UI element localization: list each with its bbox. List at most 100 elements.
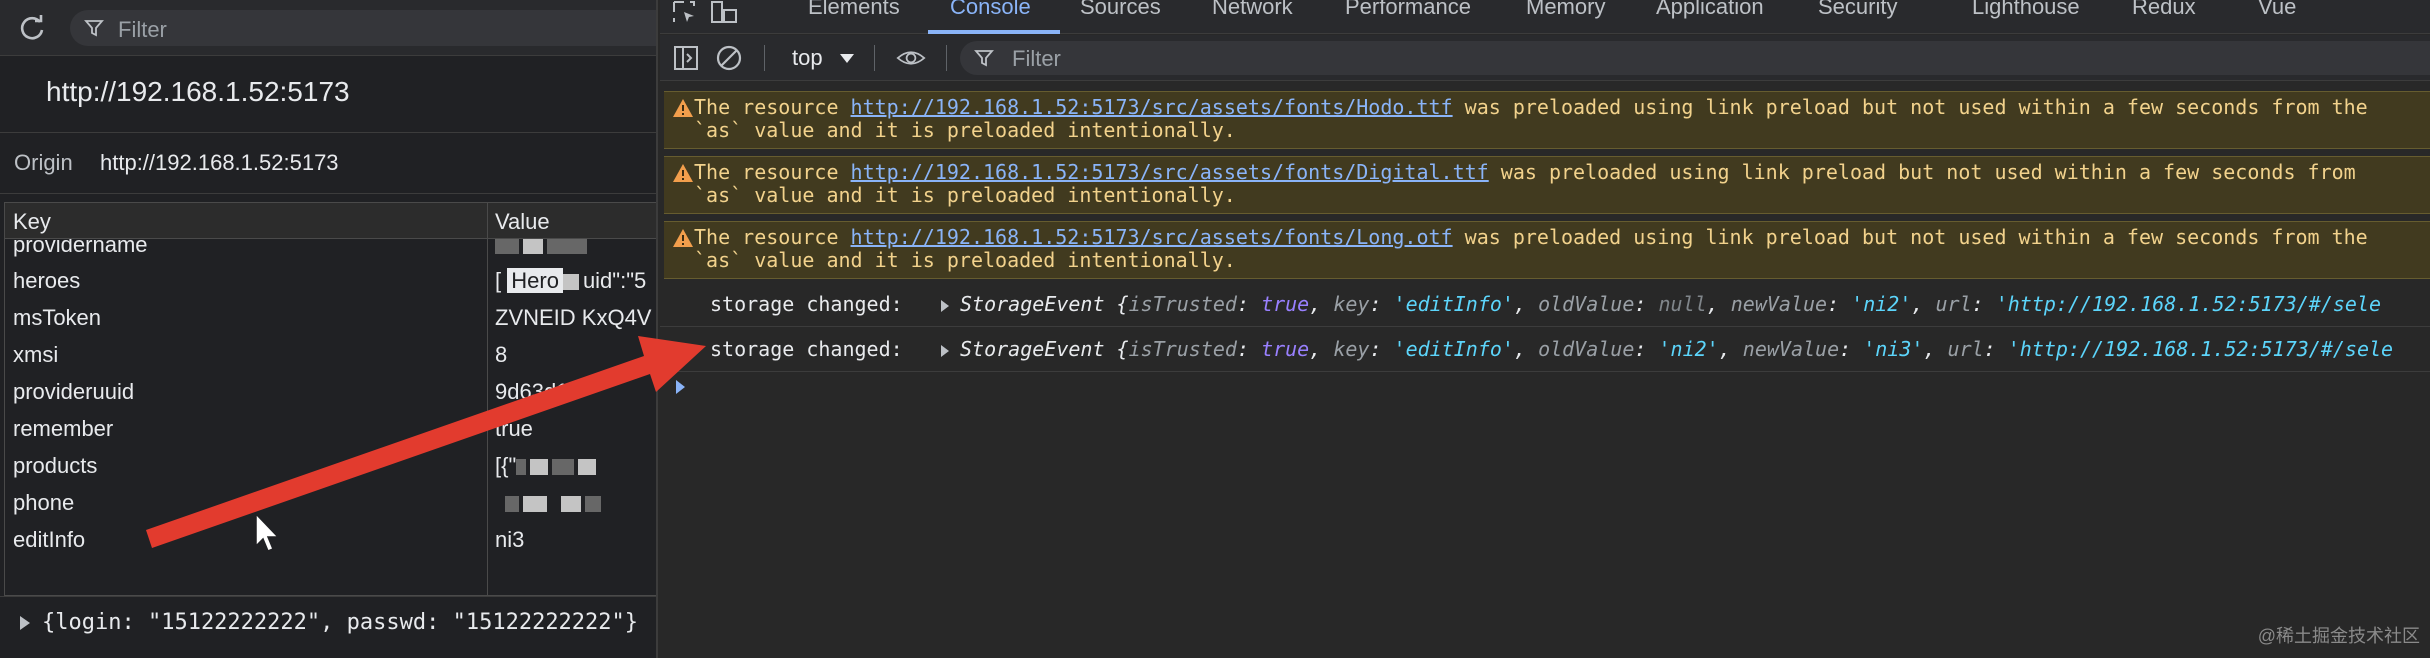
- storage-filter-input[interactable]: Filter: [70, 10, 656, 46]
- tab-sources[interactable]: Sources: [1080, 0, 1161, 20]
- origin-title: http://192.168.1.52:5173: [46, 76, 350, 107]
- table-row[interactable]: phone: [5, 485, 656, 522]
- table-row[interactable]: editInfo ni3: [5, 522, 656, 559]
- tab-lighthouse[interactable]: Lighthouse: [1972, 0, 2080, 20]
- warning-text: The resource: [694, 160, 851, 184]
- hover-tooltip: Hero: [507, 268, 563, 293]
- warning-text: was preloaded using link preload but not…: [1488, 160, 2356, 184]
- resource-link[interactable]: http://192.168.1.52:5173/src/assets/font…: [851, 95, 1453, 119]
- warning-text: was preloaded using link preload but not…: [1452, 225, 2368, 249]
- column-header-key[interactable]: Key: [13, 209, 51, 235]
- storage-filter-placeholder: Filter: [118, 17, 167, 42]
- console-warning: The resource http://192.168.1.52:5173/sr…: [664, 91, 2430, 149]
- log-label: storage changed:: [710, 292, 903, 316]
- row-key: phone: [13, 490, 75, 515]
- expand-caret-icon[interactable]: [941, 300, 949, 312]
- console-prompt-icon[interactable]: [676, 380, 685, 394]
- table-row[interactable]: xmsi 8: [5, 337, 656, 374]
- console-log-entry: storage changed: StorageEvent {isTrusted…: [660, 328, 2430, 372]
- table-body: providername heroes [ Hero uid":"5 msToke…: [5, 239, 656, 595]
- tab-vue[interactable]: Vue: [2258, 0, 2296, 20]
- device-toggle-icon[interactable]: [710, 0, 740, 26]
- row-value: ni3: [495, 527, 525, 552]
- clear-console-icon[interactable]: [714, 43, 744, 73]
- table-row[interactable]: provideruuid 9d63d1: [5, 374, 656, 411]
- tab-performance[interactable]: Performance: [1345, 0, 1471, 20]
- row-value: [495, 239, 656, 258]
- storage-event-object[interactable]: StorageEvent {isTrusted: true, key: 'edi…: [960, 293, 2381, 316]
- column-header-value[interactable]: Value: [495, 209, 550, 235]
- console-filter-placeholder: Filter: [1012, 46, 1061, 71]
- table-header: Key Value: [5, 203, 656, 239]
- warning-text: `as` value and it is preloaded intention…: [694, 248, 1236, 272]
- row-value: [495, 490, 656, 516]
- table-row[interactable]: remember true: [5, 411, 656, 448]
- toolbar-separator: [764, 45, 765, 71]
- warning-text: The resource: [694, 225, 851, 249]
- context-selector[interactable]: top: [792, 45, 823, 71]
- value-preview: {login: "15122222222", passwd: "15122222…: [0, 596, 656, 658]
- resource-link[interactable]: http://192.168.1.52:5173/src/assets/font…: [851, 160, 1489, 184]
- value-preview-text: {login: "15122222222", passwd: "15122222…: [42, 610, 639, 635]
- active-tab-indicator: [928, 30, 1060, 34]
- toolbar-separator: [946, 45, 947, 71]
- tab-memory[interactable]: Memory: [1526, 0, 1605, 20]
- tab-redux[interactable]: Redux: [2132, 0, 2196, 20]
- toolbar-separator: [874, 45, 875, 71]
- row-key: editInfo: [13, 527, 86, 552]
- row-value: [{": [495, 453, 656, 479]
- console-filter-input[interactable]: Filter: [960, 41, 2430, 75]
- console-warning: The resource http://192.168.1.52:5173/sr…: [664, 221, 2430, 279]
- storage-event-object[interactable]: StorageEvent {isTrusted: true, key: 'edi…: [960, 338, 2393, 361]
- expand-caret-icon[interactable]: [20, 616, 30, 630]
- expand-caret-icon[interactable]: [941, 345, 949, 357]
- row-value: 9d63d1: [495, 379, 569, 404]
- row-key: provideruuid: [13, 379, 135, 404]
- filter-icon: [84, 20, 104, 37]
- sidebar-toggle-icon[interactable]: [672, 43, 702, 73]
- tab-network[interactable]: Network: [1212, 0, 1293, 20]
- row-value: [ Hero uid":"5: [495, 268, 647, 293]
- resource-link[interactable]: http://192.168.1.52:5173/src/assets/font…: [851, 225, 1453, 249]
- filter-icon: [974, 50, 994, 67]
- warning-text: `as` value and it is preloaded intention…: [694, 183, 1236, 207]
- local-storage-panel: Filter http://192.168.1.52:5173 Origin h…: [0, 0, 658, 658]
- table-row[interactable]: providername: [5, 239, 656, 264]
- tab-elements[interactable]: Elements: [808, 0, 900, 20]
- tab-application[interactable]: Application: [1656, 0, 1764, 20]
- refresh-icon[interactable]: [16, 12, 48, 44]
- warning-text: `as` value and it is preloaded intention…: [694, 118, 1236, 142]
- inspect-icon[interactable]: [670, 0, 700, 26]
- warning-icon: [673, 164, 693, 182]
- origin-value: http://192.168.1.52:5173: [100, 150, 339, 175]
- storage-toolbar: Filter: [0, 0, 656, 56]
- origin-label: Origin: [14, 150, 73, 175]
- warning-icon: [673, 229, 693, 247]
- watermark: @稀土掘金技术社区: [2257, 626, 2420, 646]
- table-row[interactable]: msToken ZVNEID KxQ4V: [5, 300, 656, 337]
- eye-icon[interactable]: [896, 43, 926, 73]
- row-key: heroes: [13, 268, 81, 293]
- table-row[interactable]: heroes [ Hero uid":"5: [5, 263, 656, 300]
- console-warning: The resource http://192.168.1.52:5173/sr…: [664, 156, 2430, 214]
- devtools-console-panel: Elements Console Sources Network Perform…: [660, 0, 2430, 658]
- row-key: products: [13, 453, 98, 478]
- warning-icon: [673, 99, 693, 117]
- devtools-tab-bar: Elements Console Sources Network Perform…: [660, 0, 2430, 34]
- origin-row: Origin http://192.168.1.52:5173: [0, 132, 656, 194]
- console-toolbar: top Filter: [660, 35, 2430, 81]
- console-log-entry: storage changed: StorageEvent {isTrusted…: [660, 283, 2430, 327]
- log-label: storage changed:: [710, 337, 903, 361]
- row-value: true: [495, 416, 533, 441]
- tab-security[interactable]: Security: [1818, 0, 1897, 20]
- warning-text: The resource: [694, 95, 851, 119]
- tab-console[interactable]: Console: [950, 0, 1031, 20]
- table-row[interactable]: products [{": [5, 448, 656, 485]
- row-key: remember: [13, 416, 114, 441]
- warning-text: was preloaded using link preload but not…: [1452, 95, 2368, 119]
- row-key: providername: [13, 239, 148, 257]
- row-value: ZVNEID KxQ4V: [495, 305, 652, 330]
- row-key: xmsi: [13, 342, 59, 367]
- row-key: msToken: [13, 305, 102, 330]
- chevron-down-icon[interactable]: [840, 54, 854, 63]
